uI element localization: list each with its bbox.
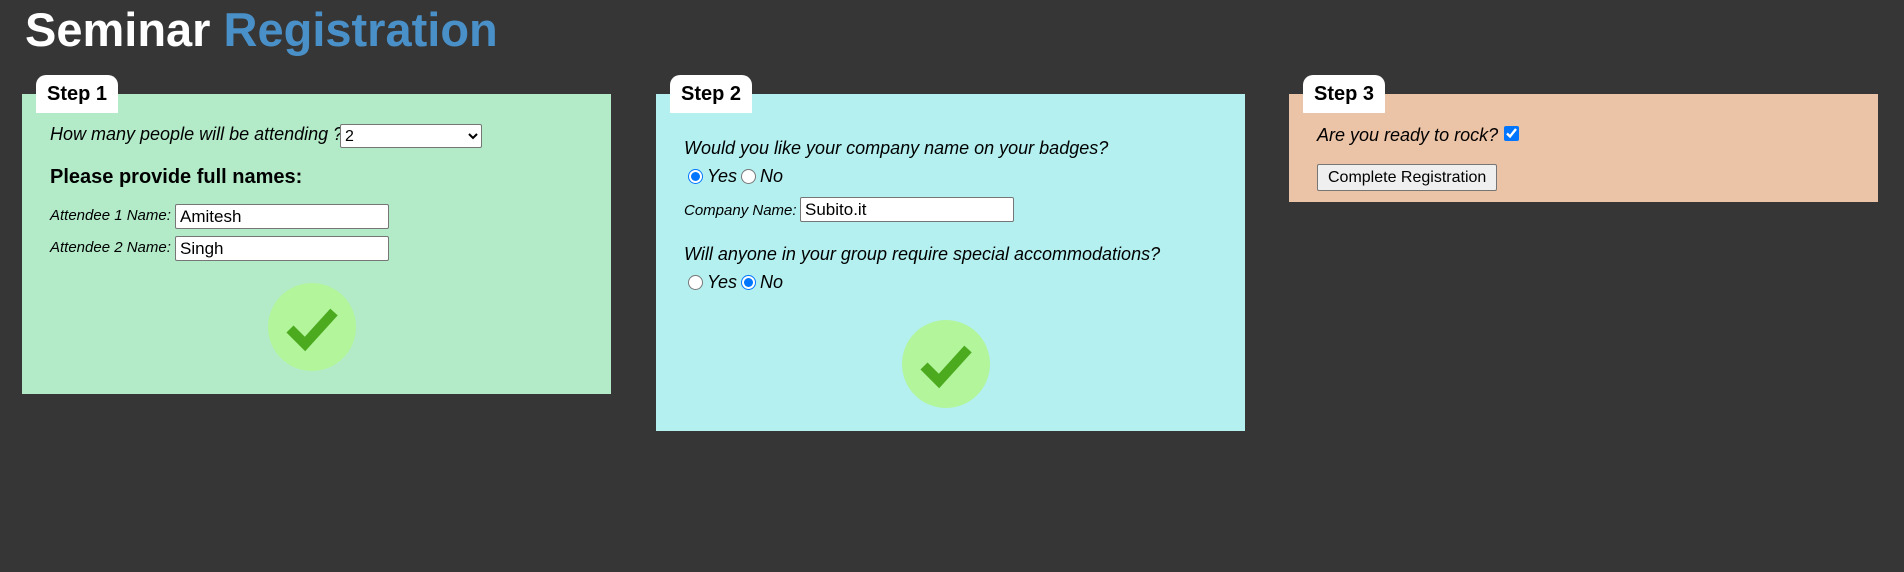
accommodation-question: Will anyone in your group require specia… (684, 244, 1161, 264)
accom-no-label: No (760, 272, 784, 292)
company-name-label: Company Name: (684, 202, 797, 219)
attendee-2-label: Attendee 2 Name: (50, 239, 171, 256)
page-title: Seminar Registration (25, 2, 498, 58)
accom-yes-radio[interactable] (688, 275, 703, 290)
badge-question: Would you like your company name on your… (684, 138, 1109, 158)
step-2-tab: Step 2 (670, 75, 753, 113)
attendee-1-name-input[interactable] (175, 204, 389, 229)
badge-yes-label: Yes (707, 166, 738, 186)
step-3-tab: Step 3 (1303, 75, 1386, 113)
attendance-question: How many people will be attending ? (50, 124, 344, 144)
badge-no-label: No (760, 166, 784, 186)
company-name-input[interactable] (800, 197, 1014, 222)
accom-yes-label: Yes (707, 272, 738, 292)
attendee-count-select[interactable]: 2 (340, 124, 482, 148)
badge-yes-radio[interactable] (688, 169, 703, 184)
step-1-panel: Step 1 How many people will be attending… (22, 75, 611, 394)
title-main: Seminar (25, 3, 211, 56)
accom-no-radio[interactable] (741, 275, 757, 290)
step-2-panel: Step 2 Would you like your company name … (656, 75, 1245, 431)
step-1-tab: Step 1 (36, 75, 119, 113)
step-3-panel: Step 3 Are you ready to rock? Complete R… (1289, 75, 1878, 202)
ready-checkbox[interactable] (1504, 126, 1519, 141)
title-accent: Registration (223, 3, 498, 56)
attendee-2-name-input[interactable] (175, 236, 389, 261)
complete-registration-button[interactable]: Complete Registration (1317, 164, 1498, 191)
badge-no-radio[interactable] (741, 169, 757, 184)
attendee-1-label: Attendee 1 Name: (50, 207, 171, 224)
badge-radio-group: Yes No (688, 166, 783, 187)
step-2-complete-icon (902, 320, 990, 408)
step-1-complete-icon (268, 283, 356, 371)
accommodation-radio-group: Yes No (688, 272, 783, 293)
names-heading: Please provide full names: (50, 166, 303, 188)
ready-question: Are you ready to rock? (1317, 125, 1499, 145)
